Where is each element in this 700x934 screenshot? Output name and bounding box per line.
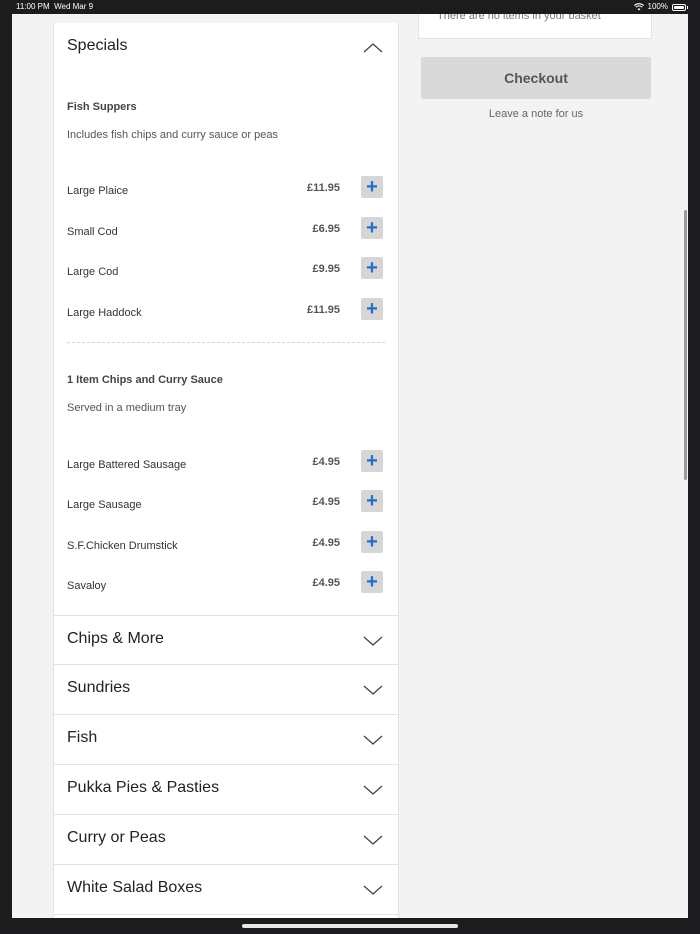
app-screen: Specials Fish Suppers Includes fish chip…: [12, 14, 688, 918]
menu-item: Large Cod £9.95 +: [54, 254, 398, 286]
item-price: £4.95: [312, 456, 340, 468]
leave-note-link[interactable]: Leave a note for us: [421, 108, 651, 120]
basket-empty-text: There are no items in your basket: [437, 14, 601, 22]
status-time: 11:00 PM: [16, 2, 50, 11]
add-item-button[interactable]: +: [361, 257, 383, 279]
basket-box: There are no items in your basket: [418, 14, 652, 39]
section-header-curry-peas[interactable]: Curry or Peas: [54, 815, 398, 865]
chevron-down-icon[interactable]: [362, 634, 384, 648]
chevron-down-icon[interactable]: [362, 883, 384, 897]
item-name: Large Haddock: [67, 307, 142, 319]
status-bar: 11:00 PM Wed Mar 9 100%: [0, 0, 700, 14]
item-price: £4.95: [312, 496, 340, 508]
section-title: Sundries: [67, 679, 131, 696]
menu-panel: Specials Fish Suppers Includes fish chip…: [53, 23, 399, 918]
item-price: £11.95: [306, 182, 340, 194]
item-name: Large Sausage: [67, 499, 142, 511]
chevron-down-icon[interactable]: [362, 783, 384, 797]
item-price: £6.95: [312, 223, 340, 235]
section-title: White Salad Boxes: [67, 879, 203, 896]
item-price: £9.95: [312, 263, 340, 275]
section-header-sundries[interactable]: Sundries: [54, 665, 398, 715]
section-header-fish[interactable]: Fish: [54, 715, 398, 765]
add-item-button[interactable]: +: [361, 571, 383, 593]
scrollbar[interactable]: [684, 210, 687, 480]
add-item-button[interactable]: +: [361, 298, 383, 320]
section-header-pukka-pies[interactable]: Pukka Pies & Pasties: [54, 765, 398, 815]
section-header-chips-more[interactable]: Chips & More: [54, 615, 398, 665]
battery-percent: 100%: [647, 2, 668, 11]
add-item-button[interactable]: +: [361, 450, 383, 472]
menu-item: Large Plaice £11.95 +: [54, 173, 398, 205]
chevron-up-icon[interactable]: [362, 41, 384, 55]
battery-icon: [672, 3, 686, 11]
status-time-date: 11:00 PM Wed Mar 9: [16, 0, 93, 14]
item-name: Large Battered Sausage: [67, 459, 187, 471]
chevron-down-icon[interactable]: [362, 833, 384, 847]
section-title: Fish: [67, 729, 98, 746]
wifi-icon: [633, 3, 644, 11]
item-name: Large Plaice: [67, 185, 129, 197]
menu-item: Large Sausage £4.95 +: [54, 487, 398, 519]
section-title: Specials: [67, 37, 128, 54]
add-item-button[interactable]: +: [361, 217, 383, 239]
menu-item: Small Cod £6.95 +: [54, 214, 398, 246]
section-header-white-salad-boxes[interactable]: White Salad Boxes: [54, 865, 398, 915]
status-right: 100%: [633, 0, 688, 14]
menu-item: S.F.Chicken Drumstick £4.95 +: [54, 528, 398, 560]
item-name: S.F.Chicken Drumstick: [67, 540, 178, 552]
section-title: Curry or Peas: [67, 829, 166, 846]
chevron-down-icon[interactable]: [362, 683, 384, 697]
add-item-button[interactable]: +: [361, 490, 383, 512]
section-header-specials[interactable]: Specials: [54, 23, 398, 73]
section-title: Chips & More: [67, 630, 164, 647]
menu-item: Savaloy £4.95 +: [54, 568, 398, 600]
group-title: 1 Item Chips and Curry Sauce: [67, 374, 223, 386]
group-title: Fish Suppers: [67, 101, 137, 113]
item-name: Large Cod: [67, 266, 119, 278]
checkout-button[interactable]: Checkout: [421, 57, 651, 99]
status-date: Wed Mar 9: [54, 2, 94, 11]
item-name: Small Cod: [67, 226, 118, 238]
menu-item: Large Battered Sausage £4.95 +: [54, 447, 398, 479]
menu-item: Large Haddock £11.95 +: [54, 295, 398, 327]
item-price: £4.95: [312, 537, 340, 549]
item-name: Savaloy: [67, 580, 107, 592]
battery-tip: [687, 5, 688, 9]
section-title: Pukka Pies & Pasties: [67, 779, 220, 796]
add-item-button[interactable]: +: [361, 176, 383, 198]
add-item-button[interactable]: +: [361, 531, 383, 553]
group-description: Served in a medium tray: [67, 402, 187, 414]
home-indicator[interactable]: [242, 924, 458, 928]
group-description: Includes fish chips and curry sauce or p…: [67, 129, 278, 141]
chevron-down-icon[interactable]: [362, 733, 384, 747]
group-divider: [67, 342, 385, 343]
item-price: £11.95: [306, 304, 340, 316]
item-price: £4.95: [312, 577, 340, 589]
